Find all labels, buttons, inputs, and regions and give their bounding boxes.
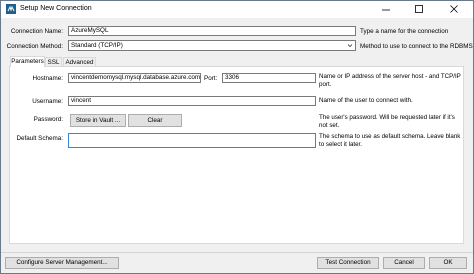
port-label: Port:	[204, 75, 218, 82]
clear-password-button[interactable]: Clear	[128, 114, 182, 127]
store-in-vault-button[interactable]: Store in Vault ...	[70, 114, 126, 127]
connection-method-select[interactable]: Standard (TCP/IP)	[68, 40, 356, 51]
default-schema-input[interactable]	[68, 133, 316, 148]
connection-method-label: Connection Method:	[6, 43, 63, 50]
tab-advanced[interactable]: Advanced	[63, 57, 96, 66]
tab-ssl[interactable]: SSL	[45, 57, 62, 66]
close-button[interactable]	[441, 1, 467, 18]
hostname-hint: Name or IP address of the server host - …	[319, 73, 461, 88]
tab-parameters[interactable]: Parameters	[10, 56, 45, 67]
minimize-icon	[382, 9, 390, 11]
username-hint: Name of the user to connect with.	[319, 97, 413, 104]
parameters-panel	[9, 66, 464, 244]
connection-name-input[interactable]: AzureMySQL	[68, 26, 356, 36]
title-bar: Setup New Connection	[1, 1, 473, 18]
test-connection-button[interactable]: Test Connection	[317, 257, 379, 269]
configure-server-management-button[interactable]: Configure Server Management...	[5, 257, 119, 269]
password-label: Password:	[33, 116, 63, 123]
maximize-button[interactable]	[406, 1, 432, 18]
minimize-button[interactable]	[373, 1, 399, 18]
hostname-input[interactable]: vincentdemomysql.mysql.database.azure.co…	[68, 73, 201, 83]
maximize-icon	[415, 5, 423, 13]
connection-method-hint: Method to use to connect to the RDBMS	[360, 43, 473, 50]
default-schema-label: Default Schema:	[16, 135, 63, 142]
connection-name-hint: Type a name for the connection	[360, 28, 449, 35]
close-icon	[450, 5, 458, 13]
footer-separator	[1, 252, 473, 253]
username-label: Username:	[32, 98, 63, 105]
window-title: Setup New Connection	[20, 5, 92, 12]
ok-button[interactable]: OK	[429, 257, 467, 269]
port-input[interactable]: 3306	[222, 73, 316, 83]
mysql-workbench-icon	[6, 4, 16, 14]
connection-name-label: Connection Name:	[10, 28, 63, 35]
setup-connection-window: Setup New Connection Connection Name: Az…	[0, 0, 474, 274]
username-input[interactable]: vincent	[68, 96, 316, 106]
chevron-down-icon	[347, 44, 353, 48]
default-schema-hint: The schema to use as default schema. Lea…	[319, 133, 461, 148]
hostname-label: Hostname:	[32, 75, 63, 82]
password-hint: The user's password. Will be requested l…	[319, 114, 455, 129]
cancel-button[interactable]: Cancel	[383, 257, 425, 269]
connection-method-value: Standard (TCP/IP)	[71, 42, 123, 49]
